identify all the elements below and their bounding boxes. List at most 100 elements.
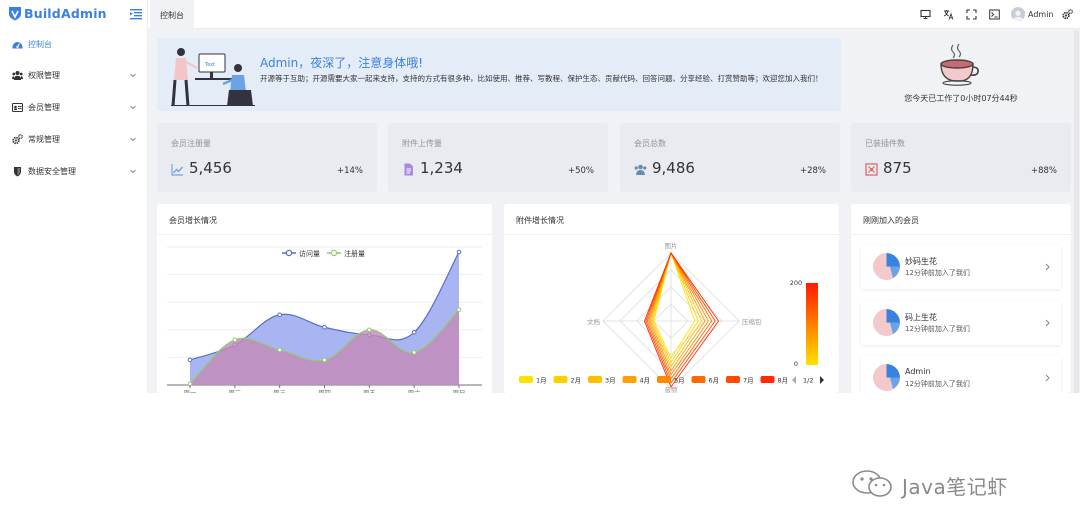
data-point bbox=[277, 312, 282, 318]
chevron-right-icon bbox=[1045, 374, 1050, 382]
divider bbox=[851, 234, 1071, 235]
x-tick-label: 周三 bbox=[273, 389, 287, 393]
member-item[interactable]: 妙码生花 12分钟前加入了我们 bbox=[861, 245, 1061, 289]
welcome-description: 开源等于互助；开源需要大家一起来支持，支持的方式有很多种，比如使用、推荐、写教程… bbox=[260, 74, 823, 83]
member-growth-chart[interactable]: 周一 周二 周三 周四 周五 周六 周日 访问量 注册量 bbox=[157, 235, 492, 393]
sidebar-item-dashboard[interactable]: 控制台 bbox=[0, 30, 148, 60]
legend-swatch bbox=[726, 376, 740, 383]
visual-map-bar bbox=[806, 283, 818, 365]
menu-fold-icon[interactable] bbox=[130, 8, 142, 20]
legend-label: 6月 bbox=[709, 377, 720, 385]
member-growth-panel: 会员增长情况 周一 周二 周三 周四 周五 周六 周日 访问量 注册量 bbox=[157, 204, 492, 393]
welcome-banner: Text Admin，夜深了，注意身体哦! 开源等于互助；开源需要大家一起来支持… bbox=[157, 38, 841, 111]
legend-page-label: 1/2 bbox=[803, 377, 813, 385]
wechat-icon bbox=[852, 470, 892, 497]
radar-indicator-label: 压缩包 bbox=[742, 317, 762, 326]
file-icon bbox=[404, 163, 413, 176]
line-chart-icon bbox=[171, 164, 184, 176]
x-tick-label: 周六 bbox=[408, 388, 422, 393]
data-point bbox=[232, 337, 238, 343]
legend-label: 8月 bbox=[778, 377, 789, 385]
translate-icon[interactable] bbox=[943, 9, 954, 20]
settings-icon[interactable] bbox=[1062, 9, 1073, 20]
legend-next-icon bbox=[820, 376, 824, 384]
chevron-down-icon bbox=[130, 105, 136, 110]
legend-swatch bbox=[657, 376, 671, 383]
data-point bbox=[411, 350, 417, 355]
avatar[interactable] bbox=[1011, 7, 1025, 21]
member-item[interactable]: 码上生花 12分钟前加入了我们 bbox=[861, 301, 1061, 345]
data-point bbox=[187, 357, 193, 363]
stat-card-total-members: 会员总数 9,486 +28% bbox=[620, 123, 840, 192]
legend-swatch bbox=[622, 376, 637, 383]
sidebar-item-members[interactable]: 会员管理 bbox=[0, 93, 148, 123]
data-point bbox=[411, 330, 417, 335]
legend-label: 访问量 bbox=[299, 249, 320, 258]
watermark-text: Java笔记虾 bbox=[902, 475, 1008, 499]
sidebar-item-data-security[interactable]: 数据安全管理 bbox=[0, 157, 148, 187]
username[interactable]: Admin bbox=[1028, 10, 1054, 19]
illustration-screen-text: Text bbox=[204, 62, 215, 68]
legend-swatch bbox=[691, 376, 706, 383]
legend-label: 3月 bbox=[605, 377, 616, 385]
attachment-growth-chart[interactable]: 图片压缩包音频文档20001月 2月 3月 4月 5月 6月 7月 8月 1/2 bbox=[504, 235, 839, 393]
sidebar-item-permissions[interactable]: 权限管理 bbox=[0, 61, 148, 91]
logo-icon bbox=[9, 7, 21, 21]
chevron-down-icon bbox=[130, 137, 136, 142]
attachment-growth-panel: 附件增长情况 图片 压缩包 音频 文档 200 0 1月 2月 3月 4月 5月 6月 7月 8月 1/2 bbox=[504, 204, 839, 393]
users-icon bbox=[12, 71, 23, 80]
member-avatar-icon bbox=[873, 309, 900, 336]
data-point bbox=[456, 307, 462, 313]
tab-dashboard[interactable]: 控制台 bbox=[150, 0, 194, 29]
radar-indicator-label: 文档 bbox=[587, 317, 600, 326]
app-root: BuildAdmin 控制台 权限管理 会员管理 常规管理 数据安全管理 控制台… bbox=[0, 0, 1080, 530]
legend-label: 5月 bbox=[674, 377, 685, 385]
logo-text: BuildAdmin bbox=[24, 6, 107, 21]
x-tick-label: 周四 bbox=[318, 389, 331, 393]
member-avatar bbox=[873, 309, 900, 336]
users-icon bbox=[634, 164, 647, 175]
legend-swatch bbox=[519, 376, 533, 383]
radar-indicator-label: 图片 bbox=[665, 241, 678, 250]
top-bar: 控制台 Admin bbox=[148, 0, 1080, 29]
gears-icon bbox=[12, 134, 23, 145]
chevron-down-icon bbox=[130, 169, 136, 174]
stat-card-member-registrations: 会员注册量 5,456 +14% bbox=[157, 123, 377, 192]
data-point bbox=[277, 347, 282, 353]
legend-label: 7月 bbox=[743, 377, 754, 385]
member-avatar-icon bbox=[873, 364, 900, 391]
logo[interactable]: BuildAdmin bbox=[0, 0, 148, 29]
fullscreen-icon[interactable] bbox=[966, 9, 977, 20]
stat-card-attachment-uploads: 附件上传量 1,234 +50% bbox=[388, 123, 608, 192]
visual-map-max-label: 200 bbox=[790, 279, 802, 287]
dashboard-icon bbox=[12, 42, 23, 49]
legend-swatch bbox=[588, 376, 602, 383]
coffee-cup-icon bbox=[940, 43, 979, 86]
member-avatar-icon bbox=[873, 253, 900, 280]
user-avatar-icon bbox=[1011, 8, 1025, 21]
attachment-growth-title: 附件增长情况 bbox=[516, 216, 564, 225]
terminal-icon[interactable] bbox=[989, 9, 1000, 20]
sidebar-item-general[interactable]: 常规管理 bbox=[0, 125, 148, 155]
chevron-right-icon bbox=[1045, 319, 1050, 327]
data-point bbox=[322, 357, 327, 363]
member-avatar bbox=[873, 364, 900, 391]
page-scrollbar[interactable] bbox=[1074, 30, 1079, 393]
x-tick-label: 周一 bbox=[184, 389, 198, 393]
monitor-icon[interactable] bbox=[920, 9, 931, 20]
member-item[interactable]: Admin 12分钟前加入了我们 bbox=[861, 356, 1061, 393]
watermark: Java笔记虾 bbox=[850, 465, 1050, 505]
legend-label: 4月 bbox=[640, 377, 651, 385]
new-members-title: 刚刚加入的会员 bbox=[863, 216, 919, 225]
console-screen: BuildAdmin 控制台 权限管理 会员管理 常规管理 数据安全管理 控制台… bbox=[0, 0, 1080, 393]
new-members-panel: 刚刚加入的会员 妙码生花 12分钟前加入了我们 码上生花 12分钟前加入了我们 bbox=[851, 204, 1071, 393]
shield-icon bbox=[14, 167, 21, 177]
x-tick-label: 周二 bbox=[228, 389, 242, 393]
visual-map-min-label: 0 bbox=[794, 360, 798, 368]
data-point bbox=[456, 249, 462, 255]
legend-label: 2月 bbox=[571, 377, 582, 385]
welcome-illustration: Text bbox=[171, 48, 255, 107]
legend-prev-icon bbox=[792, 376, 796, 384]
welcome-title: Admin，夜深了，注意身体哦! bbox=[260, 56, 424, 70]
legend-swatch bbox=[553, 376, 568, 383]
